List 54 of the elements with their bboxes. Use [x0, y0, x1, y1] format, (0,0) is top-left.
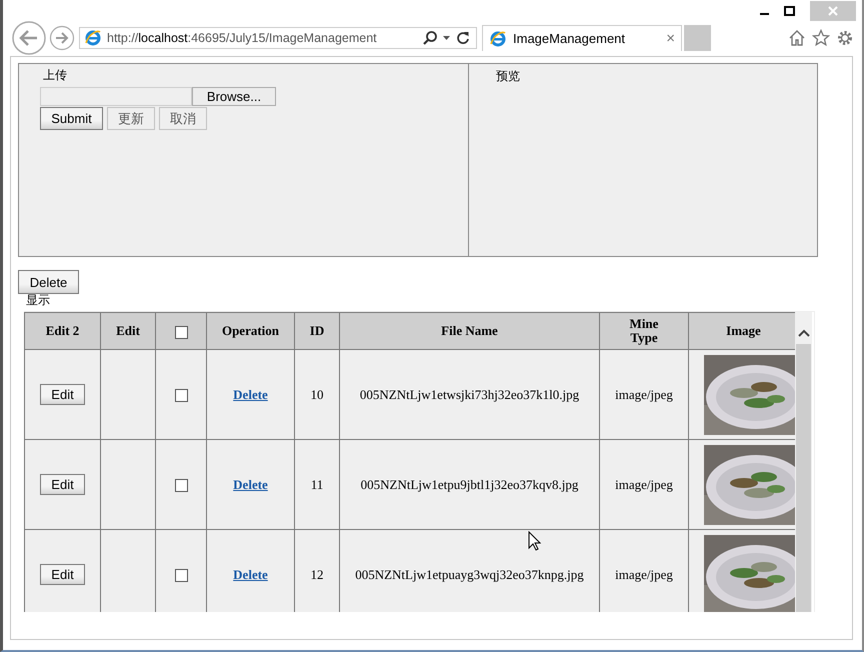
table-cell: image/jpeg — [600, 440, 688, 530]
browser-tab[interactable]: ImageManagement × — [482, 25, 682, 51]
table-cell: 005NZNtLjw1etpu9jbtl1j32eo37kqv8.jpg — [340, 440, 600, 530]
tab-title: ImageManagement — [513, 31, 626, 46]
row-checkbox[interactable] — [174, 479, 188, 492]
search-icon[interactable] — [422, 30, 438, 46]
settings-icon[interactable] — [836, 29, 854, 47]
forward-icon[interactable] — [49, 25, 75, 51]
submit-button[interactable]: Submit — [40, 107, 103, 130]
edit-button[interactable]: Edit — [40, 384, 85, 405]
preview-label: 预览 — [496, 69, 520, 83]
scrollbar[interactable] — [795, 312, 812, 612]
file-path-field[interactable] — [40, 87, 192, 106]
table-cell: 12 — [294, 530, 340, 612]
column-header: ID — [294, 312, 340, 350]
scroll-up-icon[interactable] — [798, 328, 810, 338]
edit-button[interactable]: Edit — [40, 474, 85, 495]
browser-logo-icon — [489, 30, 507, 48]
table-cell: image/jpeg — [600, 350, 688, 440]
column-header: File Name — [340, 312, 600, 350]
column-header: Operation — [206, 312, 294, 350]
delete-button[interactable]: Delete — [18, 270, 79, 294]
column-header: Edit — [100, 312, 156, 350]
dropdown-caret-icon[interactable] — [443, 35, 451, 41]
section-label: 显示 — [26, 294, 50, 307]
row-checkbox[interactable] — [174, 569, 188, 582]
close-tab-button[interactable]: × — [666, 30, 675, 47]
browse-button[interactable]: Browse... — [192, 87, 276, 106]
cancel-button[interactable]: 取消 — [159, 107, 207, 130]
delete-link[interactable]: Delete — [233, 476, 268, 492]
url-text: http://localhost:46695/July15/ImageManagement — [107, 31, 378, 45]
column-header: Image — [688, 312, 795, 350]
upload-label: 上传 — [43, 67, 67, 84]
select-all-checkbox[interactable] — [174, 326, 188, 339]
column-header: Edit 2 — [24, 312, 100, 350]
table-cell: image/jpeg — [600, 530, 688, 612]
delete-link[interactable]: Delete — [233, 566, 268, 582]
update-button[interactable]: 更新 — [107, 107, 155, 130]
address-bar[interactable]: http://localhost:46695/July15/ImageManagement — [79, 27, 477, 49]
column-header: Mine Type — [600, 312, 688, 350]
edit-button[interactable]: Edit — [40, 564, 85, 585]
back-icon[interactable] — [11, 20, 47, 56]
maximize-icon[interactable] — [784, 6, 796, 16]
home-icon[interactable] — [788, 29, 806, 47]
refresh-icon[interactable] — [456, 31, 470, 45]
delete-link[interactable]: Delete — [233, 386, 268, 402]
table-cell: 11 — [294, 440, 340, 530]
star-icon[interactable] — [812, 29, 830, 47]
table-cell: 005NZNtLjw1etwsjki73hj32eo37k1l0.jpg — [340, 350, 600, 440]
table-cell: 10 — [294, 350, 340, 440]
table-cell: 005NZNtLjw1etpuayg3wqj32eo37knpg.jpg — [340, 530, 600, 612]
browser-logo-icon — [84, 29, 102, 47]
mouse-pointer-icon — [528, 531, 541, 551]
row-checkbox[interactable] — [174, 389, 188, 402]
